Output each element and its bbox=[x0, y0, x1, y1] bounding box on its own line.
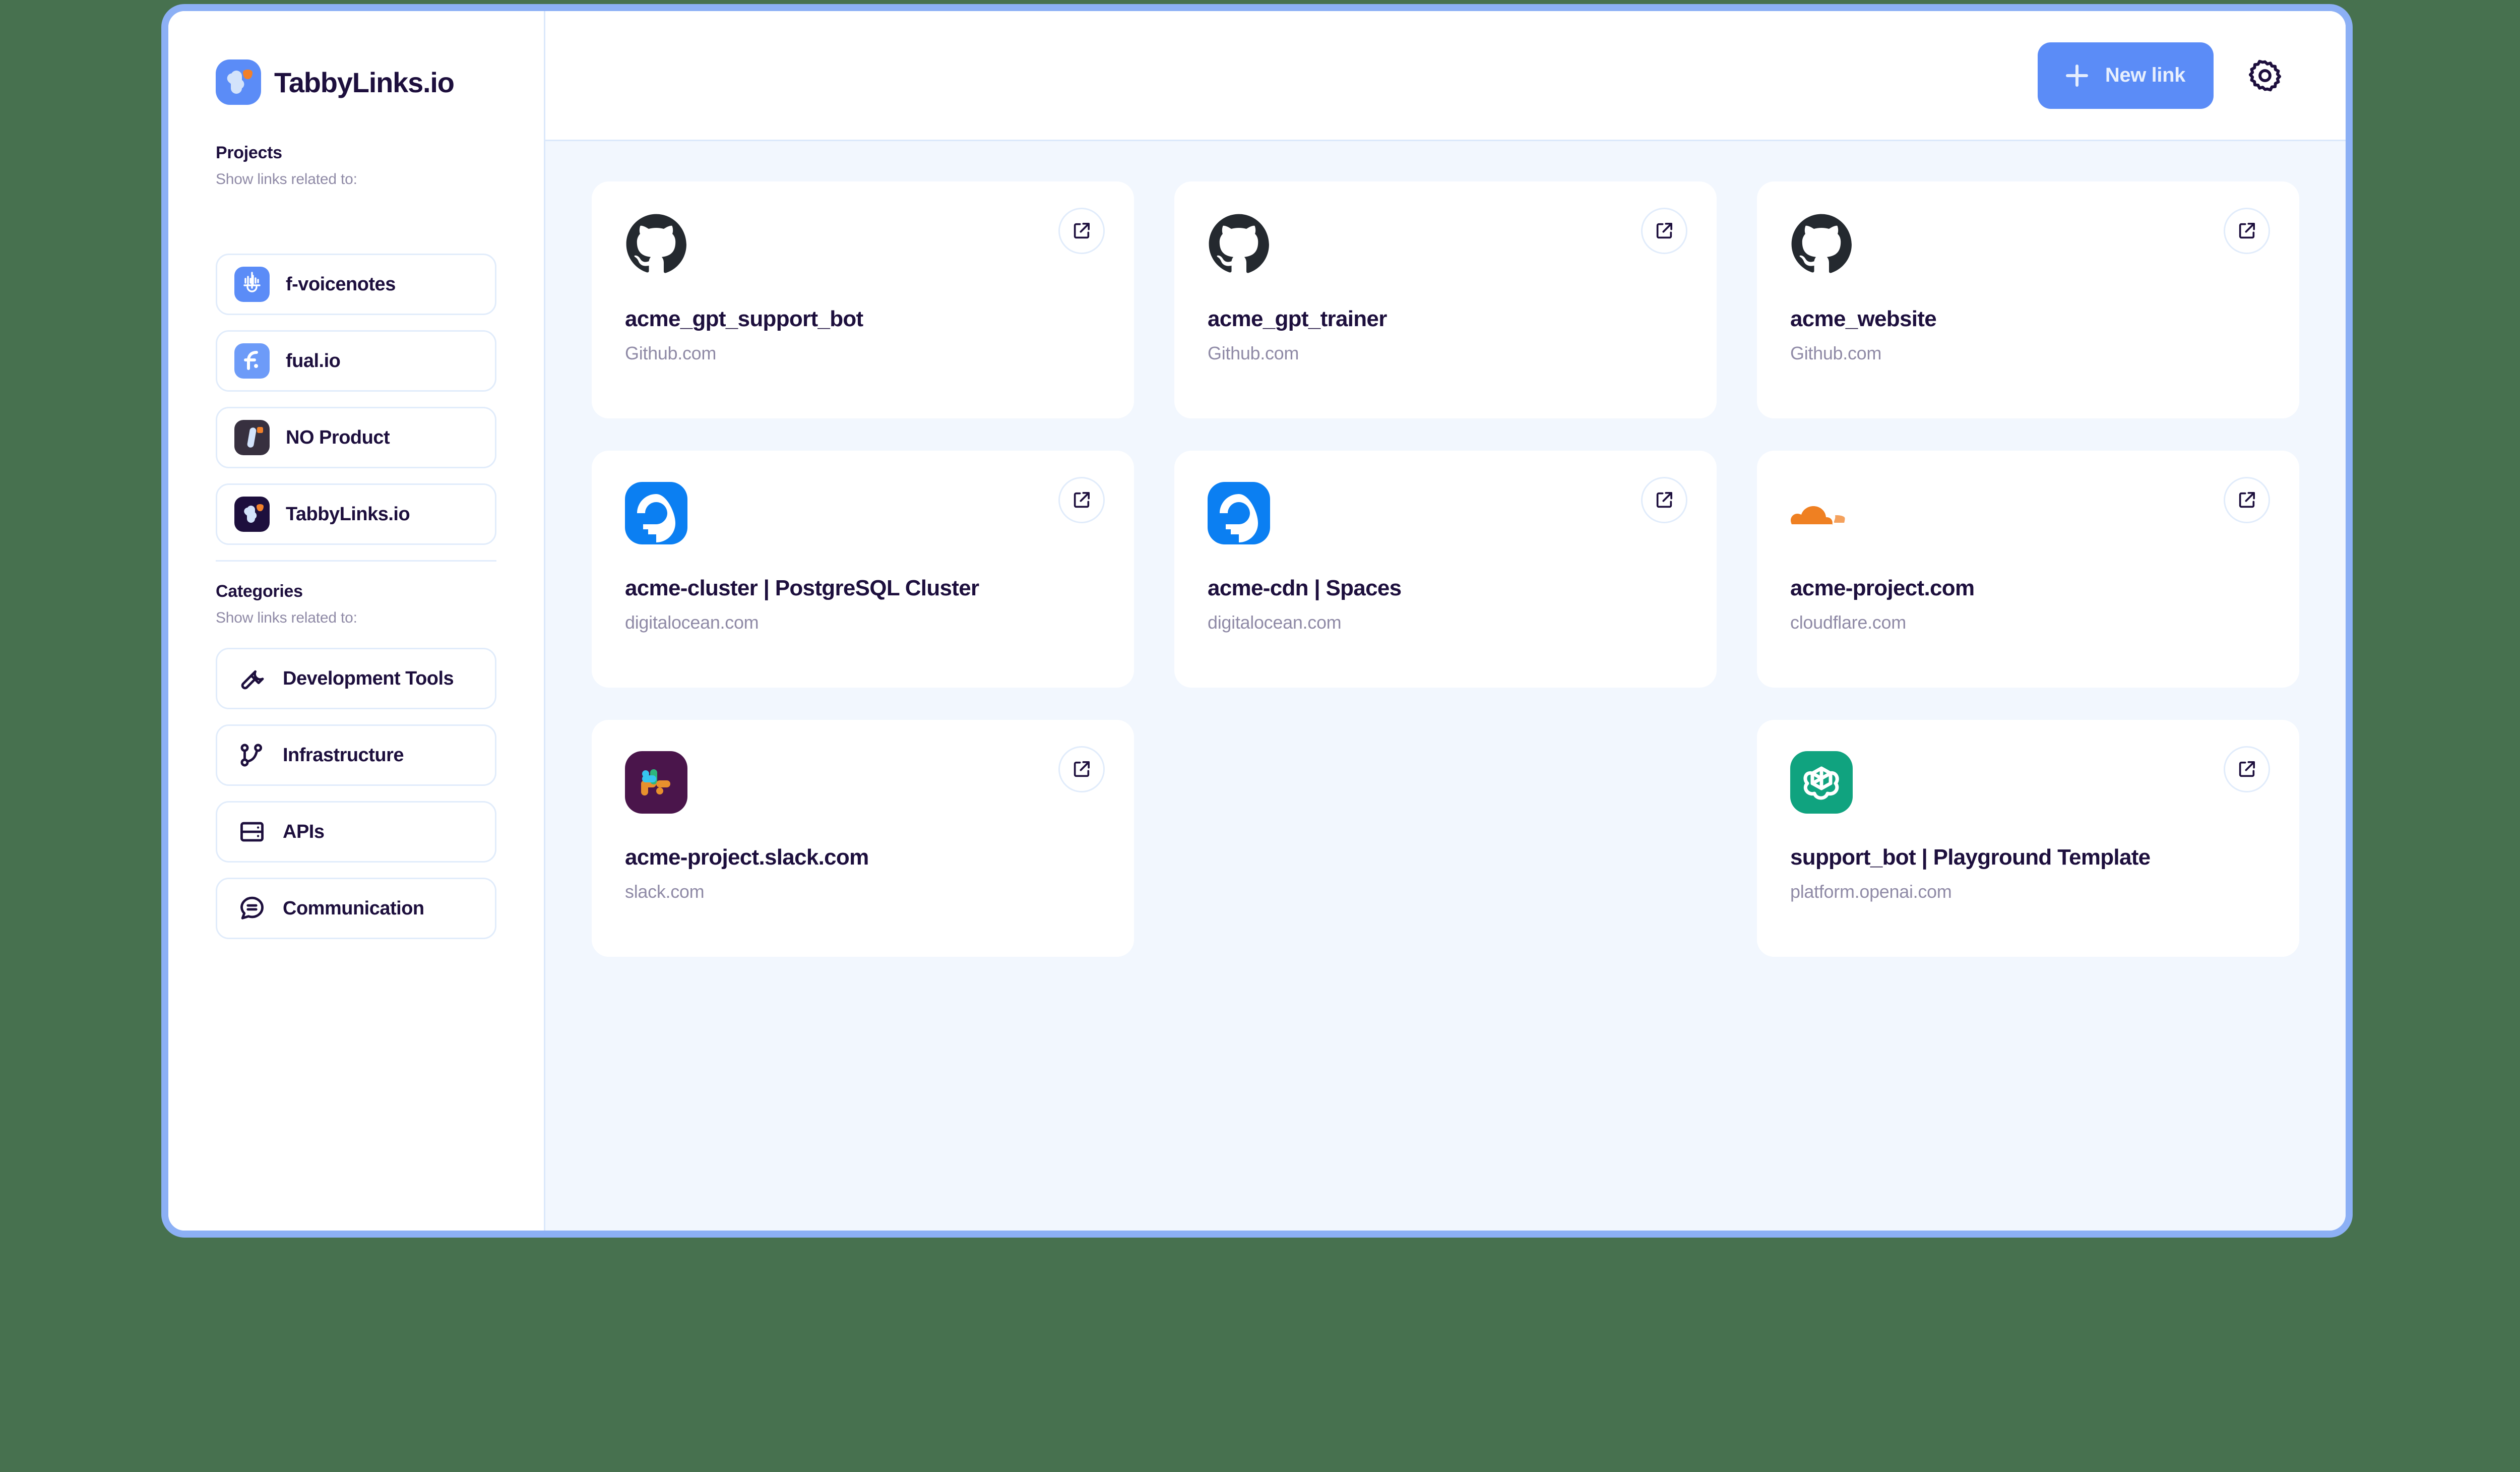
sidebar-item-tabbylinks-io[interactable]: TabbyLinks.io bbox=[216, 483, 496, 545]
link-card-domain: digitalocean.com bbox=[1208, 612, 1342, 633]
sidebar-item-label: TabbyLinks.io bbox=[286, 503, 410, 525]
categories-title: Categories bbox=[216, 582, 303, 601]
external-link-icon bbox=[1074, 761, 1090, 777]
projects-subtitle: Show links related to: bbox=[216, 171, 357, 188]
sidebar-item-apis[interactable]: APIs bbox=[216, 801, 496, 863]
gear-icon bbox=[2248, 59, 2282, 91]
sidebar-item-communication[interactable]: Communication bbox=[216, 878, 496, 939]
sidebar: TabbyLinks.io Projects Show links relate… bbox=[168, 11, 545, 1231]
link-card-domain: digitalocean.com bbox=[625, 612, 759, 633]
link-card-domain: Github.com bbox=[625, 343, 717, 363]
open-link-button[interactable] bbox=[1058, 208, 1105, 254]
digitalocean-icon bbox=[1208, 482, 1270, 544]
external-link-icon bbox=[2239, 761, 2255, 777]
link-card-title: acme-cdn | Spaces bbox=[1208, 576, 1402, 600]
open-link-button[interactable] bbox=[2224, 208, 2270, 254]
sidebar-item-no-product[interactable]: NO Product bbox=[216, 407, 496, 468]
links-grid: acme_gpt_support_bot Github.com acme_gpt… bbox=[545, 141, 2346, 1231]
open-link-button[interactable] bbox=[1058, 477, 1105, 523]
no-product-icon bbox=[234, 420, 270, 455]
sidebar-item-label: APIs bbox=[283, 821, 325, 842]
sidebar-divider bbox=[216, 560, 496, 562]
github-icon bbox=[625, 213, 687, 275]
f-voicenotes-icon bbox=[234, 267, 270, 302]
sidebar-item-infrastructure[interactable]: Infrastructure bbox=[216, 724, 496, 786]
open-link-button[interactable] bbox=[1641, 477, 1687, 523]
link-card[interactable]: acme_website Github.com bbox=[1757, 181, 2299, 418]
fual-io-icon bbox=[234, 343, 270, 379]
external-link-icon bbox=[2239, 492, 2255, 508]
link-card-title: acme_gpt_trainer bbox=[1208, 306, 1387, 331]
projects-section-header: Projects Show links related to: bbox=[168, 143, 544, 188]
main-content: New link acme_gpt_support_bot Github.com bbox=[545, 11, 2346, 1231]
brand[interactable]: TabbyLinks.io bbox=[168, 11, 544, 105]
openai-icon bbox=[1790, 751, 1853, 814]
wrench-icon bbox=[237, 664, 267, 693]
link-card-title: acme-project.com bbox=[1790, 576, 1975, 600]
link-card[interactable]: acme-cluster | PostgreSQL Cluster digita… bbox=[592, 451, 1134, 688]
link-card-title: acme_gpt_support_bot bbox=[625, 306, 863, 331]
empty-grid-slot bbox=[1174, 720, 1717, 957]
link-card-domain: platform.openai.com bbox=[1790, 881, 1952, 902]
digitalocean-icon bbox=[625, 482, 687, 544]
external-link-icon bbox=[1656, 492, 1672, 508]
server-icon bbox=[237, 817, 267, 846]
tabbylinks-icon bbox=[234, 497, 270, 532]
link-card-title: acme_website bbox=[1790, 306, 1937, 331]
app-window: TabbyLinks.io Projects Show links relate… bbox=[161, 4, 2353, 1238]
external-link-icon bbox=[1074, 223, 1090, 239]
categories-subtitle: Show links related to: bbox=[216, 609, 357, 626]
sidebar-item-label: Infrastructure bbox=[283, 744, 404, 766]
github-icon bbox=[1790, 213, 1853, 275]
link-card[interactable]: acme_gpt_trainer Github.com bbox=[1174, 181, 1717, 418]
categories-list: Development Tools Infrastructure APIs Co… bbox=[216, 648, 496, 939]
sidebar-item-label: fual.io bbox=[286, 350, 341, 372]
new-link-button[interactable]: New link bbox=[2037, 42, 2214, 109]
chat-bubble-icon bbox=[237, 894, 267, 923]
sidebar-item-fual-io[interactable]: fual.io bbox=[216, 330, 496, 392]
categories-section-header: Categories Show links related to: bbox=[168, 582, 544, 627]
settings-button[interactable] bbox=[2245, 55, 2285, 96]
topbar: New link bbox=[545, 11, 2346, 141]
link-card[interactable]: acme-project.com cloudflare.com bbox=[1757, 451, 2299, 688]
sidebar-item-label: f-voicenotes bbox=[286, 273, 396, 295]
slack-icon bbox=[625, 751, 687, 814]
sidebar-item-label: Communication bbox=[283, 897, 424, 919]
link-card[interactable]: acme-project.slack.com slack.com bbox=[592, 720, 1134, 957]
github-icon bbox=[1208, 213, 1270, 275]
projects-list: f-voicenotes fual.io NO Product TabbyLin… bbox=[216, 254, 496, 545]
link-card-title: acme-cluster | PostgreSQL Cluster bbox=[625, 576, 979, 600]
projects-title: Projects bbox=[216, 143, 282, 162]
link-card[interactable]: support_bot | Playground Template platfo… bbox=[1757, 720, 2299, 957]
open-link-button[interactable] bbox=[1641, 208, 1687, 254]
sidebar-item-development-tools[interactable]: Development Tools bbox=[216, 648, 496, 709]
open-link-button[interactable] bbox=[1058, 746, 1105, 792]
sidebar-item-f-voicenotes[interactable]: f-voicenotes bbox=[216, 254, 496, 315]
cloudflare-icon bbox=[1790, 482, 1853, 544]
open-link-button[interactable] bbox=[2224, 746, 2270, 792]
link-card-domain: Github.com bbox=[1208, 343, 1299, 363]
plus-icon bbox=[2065, 64, 2088, 87]
tabbylinks-logo-icon bbox=[216, 59, 261, 105]
link-card-title: acme-project.slack.com bbox=[625, 845, 869, 870]
sidebar-item-label: NO Product bbox=[286, 426, 390, 448]
sidebar-item-label: Development Tools bbox=[283, 667, 454, 689]
new-link-label: New link bbox=[2105, 64, 2185, 86]
git-branch-icon bbox=[237, 741, 267, 770]
link-card-domain: cloudflare.com bbox=[1790, 612, 1906, 633]
open-link-button[interactable] bbox=[2224, 477, 2270, 523]
link-card[interactable]: acme_gpt_support_bot Github.com bbox=[592, 181, 1134, 418]
link-card-title: support_bot | Playground Template bbox=[1790, 845, 2151, 870]
external-link-icon bbox=[1074, 492, 1090, 508]
link-card-domain: Github.com bbox=[1790, 343, 1882, 363]
external-link-icon bbox=[2239, 223, 2255, 239]
link-card[interactable]: acme-cdn | Spaces digitalocean.com bbox=[1174, 451, 1717, 688]
link-card-domain: slack.com bbox=[625, 881, 705, 902]
brand-name: TabbyLinks.io bbox=[274, 66, 455, 98]
external-link-icon bbox=[1656, 223, 1672, 239]
